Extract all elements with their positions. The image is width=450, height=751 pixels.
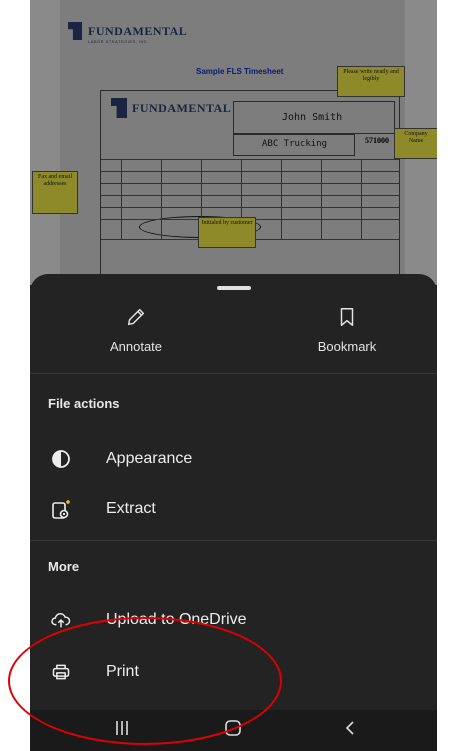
note-company-name: Company Name — [394, 128, 437, 159]
highlight-oval — [8, 617, 282, 745]
note-initialed: Initialed by customer — [198, 217, 256, 248]
bookmark-icon — [337, 308, 357, 332]
grid-col — [321, 159, 322, 239]
logo-text: FUNDAMENTAL — [88, 23, 188, 38]
grid-col — [361, 159, 362, 239]
more-header: More — [48, 559, 80, 574]
timesheet-form: FUNDAMENTAL John Smith ABC Trucking 5710… — [100, 90, 400, 285]
divider — [30, 373, 437, 374]
bookmark-label: Bookmark — [317, 339, 377, 354]
drag-handle[interactable] — [217, 286, 251, 290]
note-fax-email: Fax and email addresses — [32, 171, 78, 214]
bookmark-button[interactable]: Bookmark — [287, 306, 407, 354]
contrast-icon — [50, 448, 72, 470]
grid-col — [161, 159, 162, 239]
back-button[interactable] — [330, 718, 370, 742]
employee-name-box: John Smith — [233, 101, 395, 134]
document-preview: FUNDAMENTAL LABOR STRATEGIES, INC. Sampl… — [30, 0, 437, 285]
company-box: ABC Trucking — [233, 134, 355, 156]
appearance-label: Appearance — [106, 450, 193, 467]
timesheet-logo-mark-icon — [111, 98, 127, 118]
grid-col — [121, 159, 122, 239]
appearance-item[interactable]: Appearance — [30, 437, 437, 481]
timesheet-logo: FUNDAMENTAL — [111, 98, 231, 118]
note-write-neatly: Please write neatly and legibly — [337, 66, 405, 97]
grid-line — [101, 171, 399, 172]
form-number: 571000 — [365, 136, 389, 145]
extract-icon — [50, 498, 72, 520]
extract-label: Extract — [106, 500, 156, 517]
annotate-label: Annotate — [109, 339, 163, 354]
annotate-button[interactable]: Annotate — [76, 306, 196, 354]
logo-subtext: LABOR STRATEGIES, INC. — [88, 39, 149, 44]
timesheet-logo-text: FUNDAMENTAL — [132, 100, 232, 115]
document-title: Sample FLS Timesheet — [196, 67, 284, 76]
document-logo: FUNDAMENTAL — [68, 22, 187, 40]
company-name: ABC Trucking — [262, 139, 328, 149]
divider — [30, 540, 437, 541]
pencil-icon — [125, 308, 147, 332]
grid-line — [101, 207, 399, 208]
grid-line — [101, 195, 399, 196]
employee-name: John Smith — [282, 112, 343, 123]
extract-item[interactable]: Extract — [30, 487, 437, 531]
file-actions-header: File actions — [48, 396, 120, 411]
back-icon — [344, 720, 356, 741]
grid-col — [281, 159, 282, 239]
grid-line — [101, 159, 399, 160]
grid-line — [101, 183, 399, 184]
logo-mark-icon — [68, 22, 82, 40]
